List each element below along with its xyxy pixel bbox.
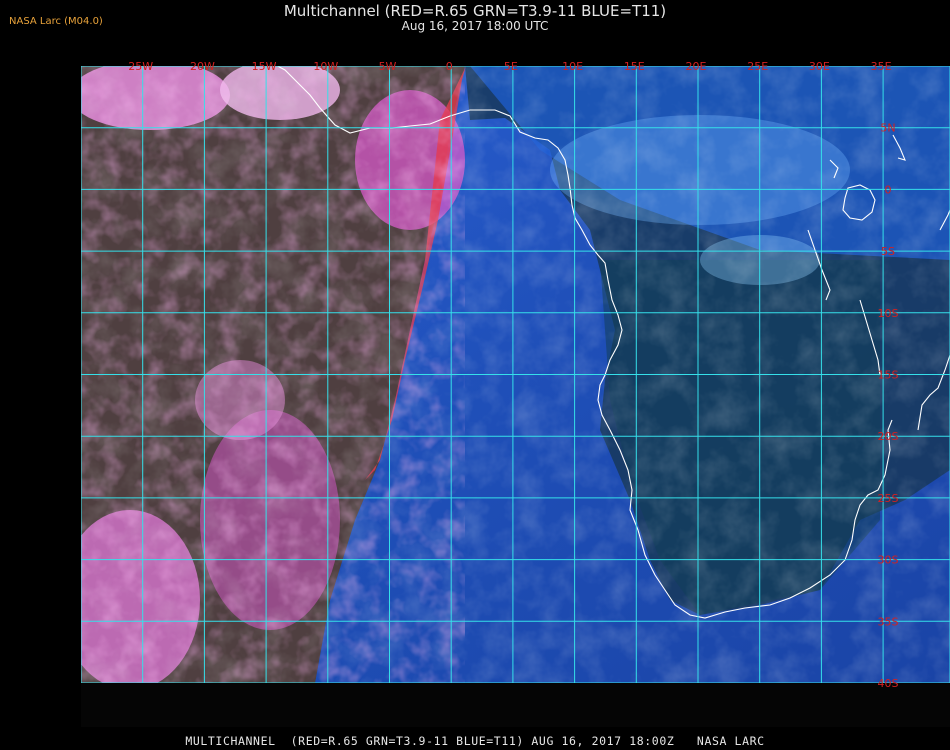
longitude-label: 35E (871, 60, 892, 73)
longitude-label: 0 (446, 60, 453, 73)
latitude-label: 5S (881, 245, 895, 258)
latitude-label: 35S (878, 615, 899, 628)
longitude-label: 15W (252, 60, 277, 73)
latitude-label: 5N (880, 122, 895, 135)
latitude-label: 40S (878, 677, 899, 690)
latitude-label: 20S (878, 430, 899, 443)
longitude-label: 5E (504, 60, 518, 73)
latitude-label: 0 (885, 183, 892, 196)
longitude-label: 10E (562, 60, 583, 73)
latitude-label: 10S (878, 307, 899, 320)
latitude-label: 25S (878, 492, 899, 505)
latitude-label: 30S (878, 554, 899, 567)
satellite-map: 25W 20W 15W 10W 5W 0 5E 10E 15E 20E 25E 30E 35E 5N 0 5… (81, 60, 950, 727)
longitude-label: 20E (686, 60, 707, 73)
latitude-label: 15S (878, 369, 899, 382)
footer-caption: MULTICHANNEL (RED=R.65 GRN=T3.9-11 BLUE=… (185, 734, 765, 748)
longitude-label: 15E (624, 60, 645, 73)
longitude-label: 25W (128, 60, 153, 73)
longitude-label: 25E (747, 60, 768, 73)
longitude-label: 20W (190, 60, 215, 73)
longitude-label: 30E (809, 60, 830, 73)
longitude-label: 5W (379, 60, 397, 73)
longitude-label: 10W (313, 60, 338, 73)
